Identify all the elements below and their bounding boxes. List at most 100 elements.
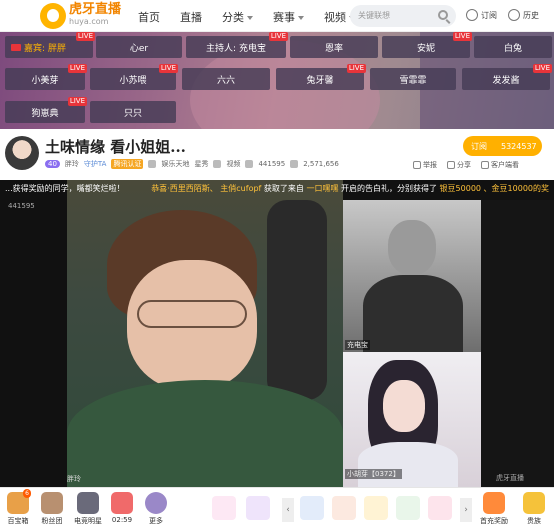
esports-icon [77,492,99,514]
subscribe-label: 订阅 [471,141,487,151]
first-recharge-label: 首充奖励 [480,517,508,525]
gift-toolbar: 6 百宝箱 粉丝团 电竞明星 02:59 更多 ‹ › 首充奖励 贵族 [0,487,554,532]
fan-group-label: 粉丝团 [41,517,63,525]
treasure-chest-icon: 6 [7,489,31,514]
avatar[interactable] [5,136,39,170]
more-label: 更多 [149,517,163,525]
gift-item[interactable] [332,496,356,520]
noble-button[interactable]: 贵族 [516,492,552,526]
guest-chip[interactable]: 心er [96,36,182,58]
nav-live[interactable]: 直播 [180,9,202,25]
timer-gift-button[interactable]: 02:59 [104,492,140,524]
guest-chip[interactable]: 兔牙馨 LIVE [276,64,366,90]
share-button[interactable]: 分享 [447,160,471,170]
monitor-icon [481,161,489,169]
host-head [388,220,436,275]
gift-item[interactable] [300,496,324,520]
history-link-label: 历史 [523,10,539,20]
gift-item[interactable] [212,496,236,520]
video-link[interactable]: 视频 [226,159,240,169]
guest-chip[interactable]: 小美芽 LIVE [5,64,87,90]
guard-link[interactable]: 守护TA [84,159,107,169]
more-icon [145,492,167,514]
guest-chip[interactable]: 小苏喂 LIVE [90,64,178,90]
guest-name: 白兔 [503,43,522,54]
video-player[interactable]: 充电宝 小胡芽【0372】 ...获得奖励的同学，嘴都笑烂啦！ 恭喜·西里西陌斯… [0,180,554,487]
cert-badge: 腾讯认证 [111,159,144,169]
scroll-right-button[interactable]: › [460,498,472,522]
report-button[interactable]: 举报 [413,160,437,170]
room-meta: 40 胖玲 守护TA 腾讯认证 娱乐天地 星秀 视频 441595 2,571,… [45,159,339,169]
guest-chip[interactable]: 只只 [90,101,176,123]
room-id-overlay: 441595 [8,202,35,210]
nav-home[interactable]: 首页 [138,9,160,25]
history-link[interactable]: 历史 [508,9,539,21]
guest-chip[interactable]: 发发酱 LIVE [462,64,552,90]
fan-group-button[interactable]: 粉丝团 [34,492,70,526]
noble-label: 贵族 [527,517,541,525]
client-label: 客户端看 [491,161,519,169]
guest-top [358,442,458,487]
fan-badge-icon [41,492,63,514]
guest-name: 狗崽典 [31,108,59,119]
guest-name: 只只 [123,108,142,119]
guest-chip[interactable]: 雪霏霏 [370,68,456,90]
gift-box-icon [483,492,505,514]
guest-chip[interactable]: 主持人: 充电宝 LIVE [186,32,288,58]
subcategory-link[interactable]: 星秀 [194,159,208,169]
huya-logo[interactable]: 虎牙直播 huya.com [40,3,121,29]
search-placeholder: 关键联想 [358,11,390,20]
gift-item[interactable] [246,496,270,520]
gift-item[interactable] [396,496,420,520]
client-button[interactable]: 客户端看 [481,160,519,170]
nav-category[interactable]: 分类 [222,9,253,25]
logo-text: 虎牙直播 [69,2,122,17]
gift-item[interactable] [428,496,452,520]
guest-name: 小苏喂 [119,75,147,86]
calendar-icon [111,492,133,514]
live-badge: LIVE [158,64,178,73]
live-badge: LIVE [75,32,95,41]
scroll-left-button[interactable]: ‹ [282,498,294,522]
guest-chip[interactable]: 白兔 [474,36,552,58]
level-badge: 40 [45,160,60,168]
viewer-count: 441595 [258,160,286,168]
viewers-icon [245,160,254,168]
video-icon [213,160,222,168]
gift-item[interactable] [364,496,388,520]
host-name[interactable]: 胖玲 [65,159,79,169]
gift-ticker: ...获得奖励的同学，嘴都笑烂啦！ 恭喜·西里西陌斯、 主俏cufopf 获取了… [5,183,554,194]
guest-chip[interactable]: 安妮 LIVE [382,32,472,58]
guest-name: 雪霏霏 [399,75,427,86]
esports-star-button[interactable]: 电竞明星 [70,492,106,526]
subscribe-link[interactable]: 订阅 [466,9,497,21]
chevron-down-icon [298,16,304,20]
heart-icon [466,9,478,21]
video-sidebar-area [481,200,554,487]
search-icon[interactable] [438,10,448,20]
pip-caption: 小胡芽【0372】 [345,469,402,479]
ticker-highlight: 恭喜·西里西陌斯、 [151,184,218,193]
search-input[interactable]: 关键联想 [350,5,456,27]
guest-chip[interactable]: 恩率 [290,36,378,58]
ticker-text: ...获得奖励的同学，嘴都笑烂啦！ [5,184,125,193]
room-actions: 举报 分享 客户端看 [413,160,519,170]
subscribe-button[interactable]: 订阅 5324537 [463,136,542,156]
category-link[interactable]: 娱乐天地 [161,159,189,169]
nav-events[interactable]: 赛事 [273,9,304,25]
live-badge: LIVE [452,32,472,41]
more-button[interactable]: 更多 [138,492,174,526]
guest-chip[interactable]: 狗崽典 LIVE [5,97,87,123]
treasure-box-button[interactable]: 6 百宝箱 [0,489,36,526]
guest-face [383,380,425,432]
chevron-right-icon: › [464,505,468,515]
guest-chip[interactable]: 嘉宾: 胖胖 LIVE [5,32,95,58]
live-badge: LIVE [532,64,552,73]
live-badge: LIVE [67,64,87,73]
flag-icon [413,161,421,169]
ticker-highlight: 一口嘿嘿 [306,184,339,193]
guest-name: 兔牙馨 [306,75,334,86]
first-recharge-button[interactable]: 首充奖励 [474,492,514,526]
guest-name: 发发酱 [492,75,520,86]
guest-chip[interactable]: 六六 [182,68,270,90]
